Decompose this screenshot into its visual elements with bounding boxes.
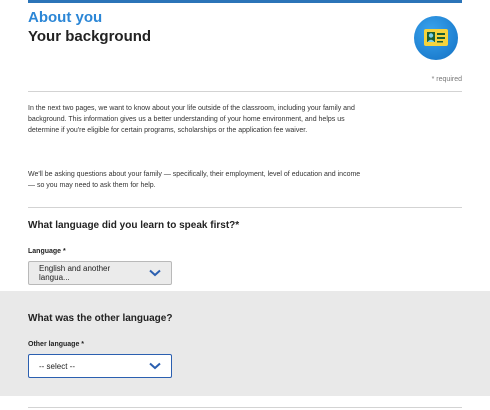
divider	[28, 207, 462, 208]
header-top-rule	[28, 0, 462, 3]
intro-paragraph: We'll be asking questions about your fam…	[28, 171, 361, 189]
first-language-question: What language did you learn to speak fir…	[28, 220, 240, 231]
divider	[28, 91, 462, 92]
language-field-label: Language *	[28, 248, 66, 255]
language-select-value: English and another langua...	[39, 264, 111, 282]
divider	[28, 407, 462, 408]
other-language-select[interactable]: -- select --	[28, 354, 172, 378]
section-title: About you	[28, 9, 103, 26]
id-card-badge	[414, 16, 458, 60]
id-card-icon	[424, 29, 448, 46]
chevron-down-icon	[143, 354, 167, 378]
page-title: Your background	[28, 28, 152, 45]
chevron-down-icon	[143, 261, 167, 285]
other-language-field-label: Other language *	[28, 341, 85, 348]
other-language-select-value: -- select --	[39, 361, 75, 371]
other-language-question: What was the other language?	[28, 313, 173, 324]
language-select[interactable]: English and another langua...	[28, 261, 172, 285]
intro-paragraph: In the next two pages, we want to know a…	[28, 105, 355, 134]
required-note: * required	[431, 76, 462, 83]
